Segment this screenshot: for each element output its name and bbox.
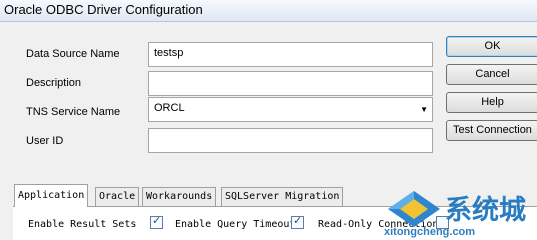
watermark-logo-icon bbox=[388, 191, 440, 227]
ok-button[interactable]: OK bbox=[446, 36, 537, 57]
cancel-button[interactable]: Cancel bbox=[446, 64, 537, 85]
test-connection-button[interactable]: Test Connection bbox=[446, 120, 537, 141]
enable-query-timeout-checkbox[interactable]: ✓ bbox=[291, 215, 304, 229]
enable-result-sets-checkbox[interactable]: ✓ bbox=[150, 215, 163, 229]
chevron-down-icon[interactable]: ▼ bbox=[420, 106, 428, 114]
check-icon: ✓ bbox=[152, 215, 162, 227]
watermark-brand: 系统城 bbox=[445, 195, 526, 226]
tab-oracle[interactable]: Oracle bbox=[95, 187, 140, 206]
description-label: Description bbox=[26, 77, 82, 89]
help-button[interactable]: Help bbox=[446, 92, 537, 113]
enable-query-timeout-label: Enable Query Timeout bbox=[175, 219, 296, 230]
window-title: Oracle ODBC Driver Configuration bbox=[4, 2, 203, 17]
data-source-name-label: Data Source Name bbox=[26, 48, 120, 60]
tns-service-name-value: ORCL bbox=[154, 102, 185, 114]
tab-application[interactable]: Application bbox=[14, 184, 89, 207]
enable-result-sets-label: Enable Result Sets bbox=[28, 219, 137, 230]
data-source-name-input[interactable]: testsp bbox=[148, 42, 433, 67]
user-id-input[interactable] bbox=[148, 128, 433, 153]
user-id-label: User ID bbox=[26, 135, 64, 147]
title-bar: Oracle ODBC Driver Configuration bbox=[0, 0, 537, 22]
tab-workarounds[interactable]: Workarounds bbox=[142, 187, 217, 206]
tns-service-name-label: TNS Service Name bbox=[26, 106, 121, 118]
tab-sqlserver-migration[interactable]: SQLServer Migration bbox=[221, 187, 344, 206]
watermark-url: xitongcheng.com bbox=[384, 226, 476, 238]
check-icon: ✓ bbox=[293, 215, 303, 227]
description-input[interactable] bbox=[148, 71, 433, 96]
tns-service-name-select[interactable]: ORCL ▼ bbox=[148, 97, 433, 122]
